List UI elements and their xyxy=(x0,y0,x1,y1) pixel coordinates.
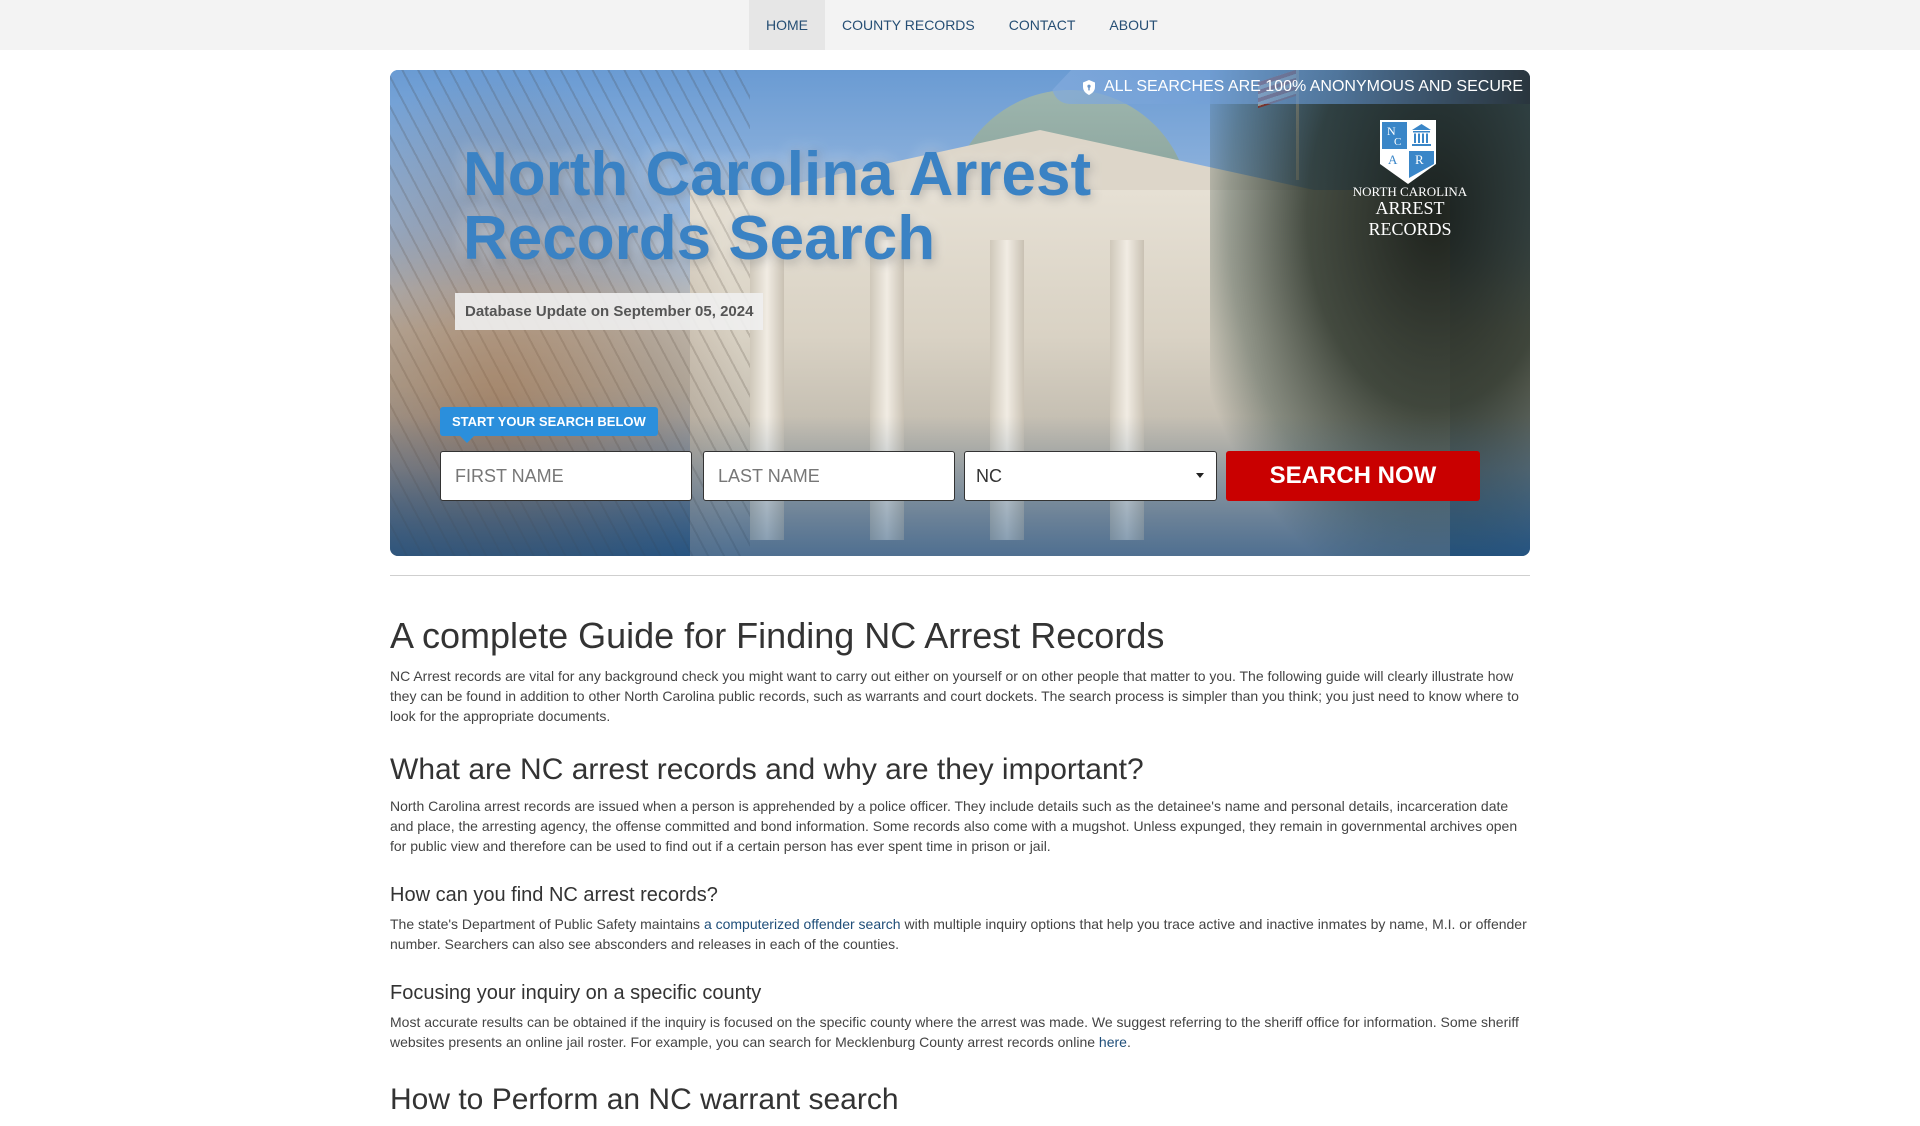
what-are-records-paragraph: North Carolina arrest records are issued… xyxy=(390,798,1518,854)
intro-paragraph: NC Arrest records are vital for any back… xyxy=(390,668,1519,724)
caret-down-icon xyxy=(1196,473,1204,478)
site-logo[interactable]: N C A R NORTH CAROLINA ARREST RECORDS xyxy=(1335,118,1485,239)
offender-search-link[interactable]: a computerized offender search xyxy=(704,916,901,932)
specific-county-paragraph: Most accurate results can be obtained if… xyxy=(390,1012,1530,1052)
search-now-button[interactable]: SEARCH NOW xyxy=(1226,451,1480,501)
hero-banner: ALL SEARCHES ARE 100% ANONYMOUS AND SECU… xyxy=(390,70,1530,556)
heading-specific-county: Focusing your inquiry on a specific coun… xyxy=(390,982,762,1004)
nav-home[interactable]: HOME xyxy=(749,0,825,50)
state-select-value: NC xyxy=(976,466,1002,486)
secure-notice-text: ALL SEARCHES ARE 100% ANONYMOUS AND SECU… xyxy=(1104,78,1524,95)
heading-how-to-find: How can you find NC arrest records? xyxy=(390,884,718,906)
search-form: NC SEARCH NOW xyxy=(440,451,1480,501)
logo-letter-r: R xyxy=(1415,152,1424,167)
article-content: A complete Guide for Finding NC Arrest R… xyxy=(390,612,1530,1126)
specific-county-text-after: . xyxy=(1126,1034,1131,1050)
heading-warrant-search: How to Perform an NC warrant search xyxy=(390,1083,899,1116)
logo-letter-a: A xyxy=(1388,152,1398,167)
logo-letter-c: C xyxy=(1394,136,1401,148)
state-select[interactable]: NC xyxy=(964,451,1217,501)
nav-about[interactable]: ABOUT xyxy=(1092,0,1174,50)
hero-title: North Carolina Arrest Records Search xyxy=(463,140,1092,273)
mecklenburg-here-link[interactable]: here xyxy=(1099,1034,1127,1050)
heading-what-are-records: What are NC arrest records and why are t… xyxy=(390,753,1144,786)
article-title: A complete Guide for Finding NC Arrest R… xyxy=(390,615,1165,656)
nav-list: HOME COUNTY RECORDS CONTACT ABOUT xyxy=(749,0,1175,50)
how-to-find-paragraph: The state's Department of Public Safety … xyxy=(390,914,1530,954)
start-search-badge: START YOUR SEARCH BELOW xyxy=(440,407,658,443)
specific-county-text-before: Most accurate results can be obtained if… xyxy=(390,1014,1519,1050)
last-name-input[interactable] xyxy=(703,451,955,501)
nav-contact[interactable]: CONTACT xyxy=(992,0,1093,50)
secure-notice: ALL SEARCHES ARE 100% ANONYMOUS AND SECU… xyxy=(1052,70,1530,104)
logo-shield-icon: N C A R xyxy=(1380,120,1436,184)
first-name-input[interactable] xyxy=(440,451,692,501)
section-divider xyxy=(390,575,1530,576)
shield-lock-icon xyxy=(1083,80,1095,95)
nav-county-records[interactable]: COUNTY RECORDS xyxy=(825,0,992,50)
logo-text-line2: ARREST RECORDS xyxy=(1368,198,1452,239)
database-update-label: Database Update on September 05, 2024 xyxy=(455,293,764,330)
how-to-find-text-before: The state's Department of Public Safety … xyxy=(390,916,704,932)
top-navigation: HOME COUNTY RECORDS CONTACT ABOUT xyxy=(0,0,1920,50)
